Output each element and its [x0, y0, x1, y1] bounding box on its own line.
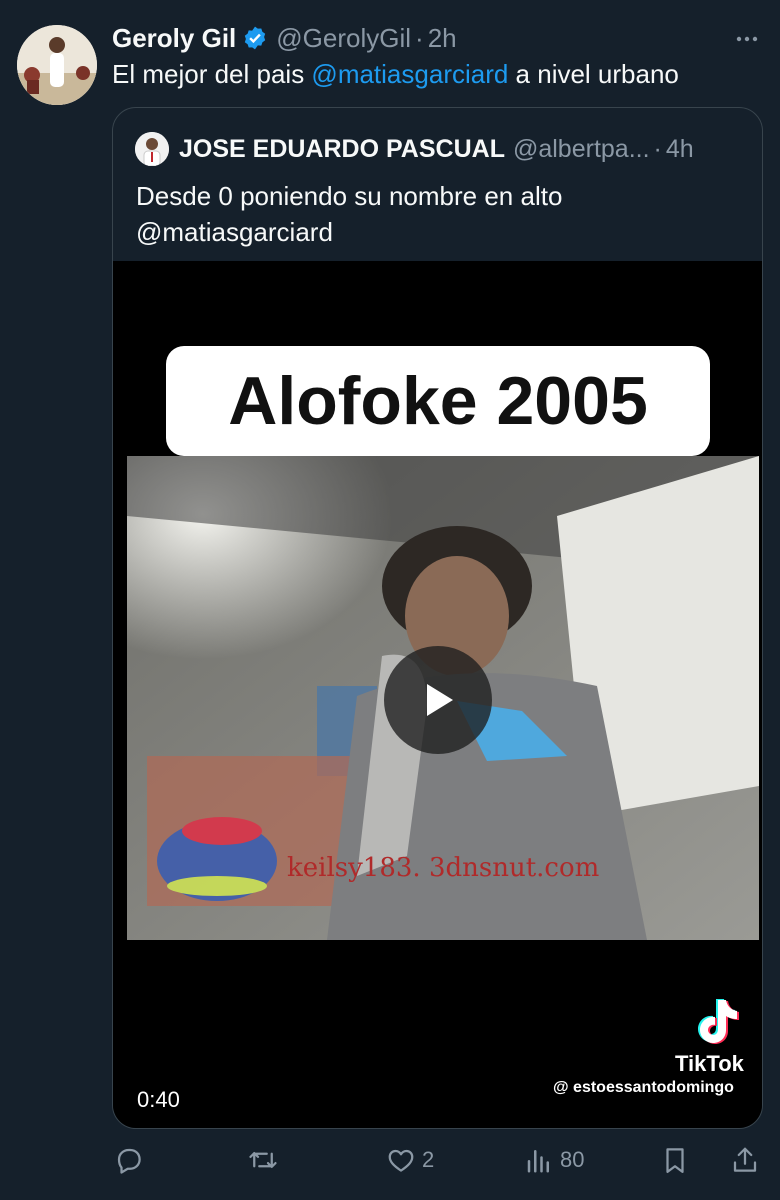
reply-icon	[117, 1148, 141, 1174]
bookmark-icon	[666, 1148, 684, 1173]
views-button[interactable]: 80	[524, 1140, 584, 1180]
quote-text-line: Desde 0 poniendo su nombre en alto	[136, 181, 563, 211]
video-player[interactable]: Alofoke 2005 keilsy183. 3dnsnut.com TikT…	[113, 261, 762, 1128]
verified-badge-icon	[245, 26, 266, 50]
quote-author-name[interactable]: JOSE EDUARDO PASCUAL	[179, 135, 505, 164]
play-button[interactable]	[384, 646, 492, 754]
video-frame-caption: keilsy183. 3dnsnut.com	[287, 853, 599, 883]
tiktok-wordmark: TikTok	[675, 1051, 744, 1076]
quote-mention: @matiasgarciard	[136, 217, 333, 247]
tweet-text: El mejor del pais @matiasgarciard a nive…	[112, 56, 760, 92]
like-button[interactable]: 2	[386, 1140, 434, 1180]
bookmark-button[interactable]	[660, 1140, 690, 1180]
author-name[interactable]: Geroly Gil	[112, 23, 236, 54]
tiktok-logo-icon	[698, 999, 739, 1044]
author-avatar[interactable]	[17, 25, 97, 105]
action-bar: 2 80	[112, 1140, 762, 1180]
views-icon	[527, 1150, 549, 1173]
heart-icon	[388, 1149, 414, 1172]
retweet-button[interactable]	[248, 1140, 284, 1180]
separator-dot: ·	[415, 22, 424, 53]
share-icon	[733, 1147, 757, 1172]
quote-separator-dot: ·	[653, 134, 662, 163]
quote-time[interactable]: 4h	[666, 135, 694, 164]
tweet-text-start: El mejor del pais	[112, 59, 312, 89]
video-overlay-title: Alofoke 2005	[166, 346, 710, 456]
like-count: 2	[422, 1147, 435, 1172]
mention-link[interactable]: @matiasgarciard	[311, 59, 508, 89]
tweet-time[interactable]: 2h	[428, 23, 457, 54]
tiktok-username: @ estoessantodomingo	[553, 1079, 734, 1096]
video-duration: 0:40	[137, 1087, 180, 1112]
views-count: 80	[560, 1147, 585, 1172]
more-options-icon[interactable]	[734, 26, 760, 52]
retweet-icon	[249, 1152, 277, 1168]
share-button[interactable]	[730, 1140, 760, 1180]
reply-button[interactable]	[114, 1140, 150, 1180]
tweet-header: Geroly Gil @GerolyGil · 2h	[112, 20, 760, 56]
tweet-text-end: a nivel urbano	[508, 59, 679, 89]
quoted-tweet[interactable]: JOSE EDUARDO PASCUAL @albertpa... · 4h D…	[112, 107, 763, 1129]
play-icon	[427, 684, 453, 716]
quote-author-avatar[interactable]	[135, 132, 169, 166]
author-handle[interactable]: @GerolyGil	[276, 23, 411, 54]
quote-header: JOSE EDUARDO PASCUAL @albertpa... · 4h	[135, 132, 746, 166]
quote-author-handle[interactable]: @albertpa...	[513, 135, 650, 164]
quote-text: Desde 0 poniendo su nombre en alto @mati…	[136, 178, 742, 250]
